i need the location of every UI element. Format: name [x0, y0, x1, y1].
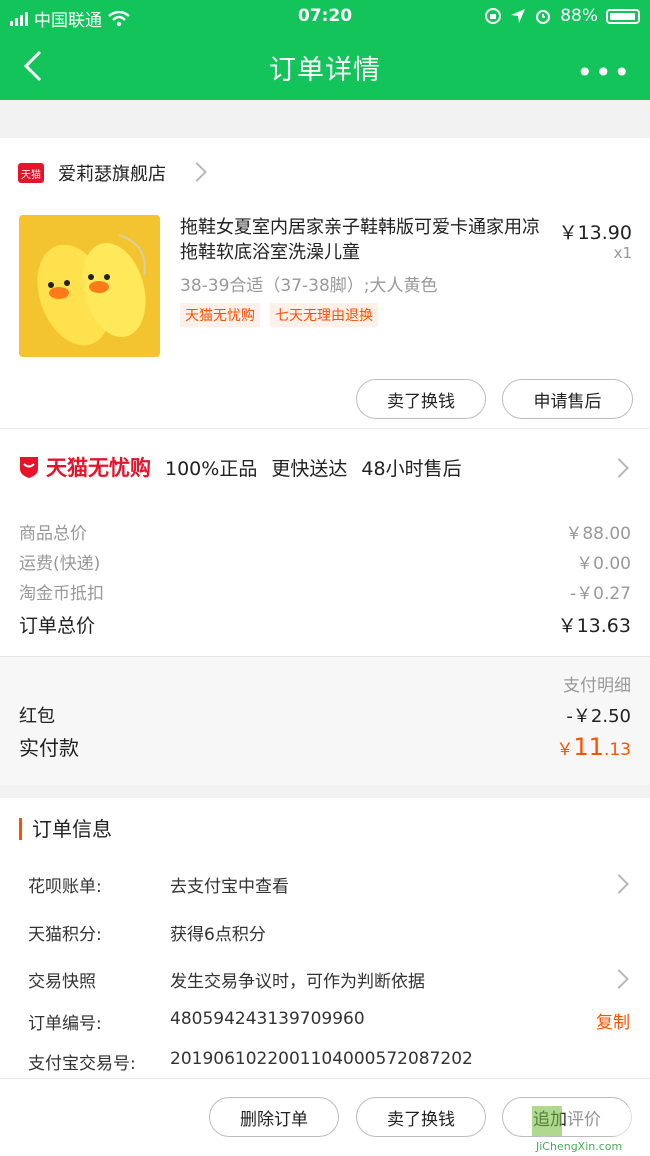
shop-name: 爱莉瑟旗舰店	[58, 164, 166, 185]
order-number-row: 订单编号: 480594243139709960	[28, 1009, 365, 1034]
battery-icon	[606, 8, 640, 24]
delete-order-button[interactable]: 删除订单	[209, 1097, 339, 1137]
shop-link[interactable]: 天猫 爱莉瑟旗舰店	[18, 160, 166, 186]
info-value: 480594243139709960	[170, 1009, 365, 1029]
tmall-promise-logo: 天猫无忧购	[46, 456, 151, 480]
more-icon[interactable]: •••	[576, 56, 632, 89]
info-key: 交易快照	[28, 972, 96, 992]
info-value: 2019061022001104000572087202	[170, 1049, 473, 1069]
huabei-bill-row[interactable]: 花呗账单: 去支付宝中查看	[28, 872, 289, 897]
info-key: 花呗账单:	[28, 877, 102, 897]
tmall-promise-text: 100%正品 更快送达 48小时售后	[165, 457, 462, 480]
product-spec: 38-39合适（37-38脚）;大人黄色	[180, 276, 438, 296]
paid-integer: 11	[573, 733, 604, 761]
battery-percent: 88%	[560, 6, 598, 26]
info-value: 去支付宝中查看	[170, 877, 289, 897]
coin-deduction-label: 淘金币抵扣	[19, 584, 104, 604]
shield-icon	[20, 457, 38, 478]
watermark-text: JiChengXin.com	[535, 1140, 622, 1153]
order-total-value: ￥13.63	[557, 615, 631, 637]
info-value: 获得6点积分	[170, 925, 266, 945]
info-key: 支付宝交易号:	[28, 1054, 136, 1074]
product-tag: 天猫无忧购	[180, 303, 260, 327]
alarm-icon	[536, 10, 551, 24]
sell-button-footer[interactable]: 卖了换钱	[356, 1097, 486, 1137]
product-name[interactable]: 拖鞋女夏室内居家亲子鞋韩版可爱卡通家用凉拖鞋软底浴室洗澡儿童	[180, 215, 545, 265]
tmall-points-row: 天猫积分: 获得6点积分	[28, 920, 266, 945]
redpacket-label: 红包	[19, 706, 55, 727]
product-tag: 七天无理由退换	[270, 303, 378, 327]
payment-detail-label[interactable]: 支付明细	[563, 671, 631, 696]
page-title: 订单详情	[269, 55, 381, 86]
rotation-lock-icon	[485, 8, 502, 24]
redpacket-value: -￥2.50	[566, 706, 631, 727]
location-icon	[511, 9, 526, 23]
coin-deduction-value: -￥0.27	[570, 584, 631, 604]
shipping-value: ￥0.00	[576, 554, 631, 574]
sell-button[interactable]: 卖了换钱	[356, 379, 486, 419]
order-total-label: 订单总价	[19, 615, 96, 637]
status-bar: 中国联通 07:20 88%	[0, 0, 650, 34]
order-info-title: 订单信息	[19, 818, 112, 840]
product-tags: 天猫无忧购 七天无理由退换	[180, 303, 378, 327]
product-thumbnail[interactable]	[19, 215, 160, 357]
copy-button[interactable]: 复制	[596, 1008, 630, 1033]
paid-label: 实付款	[19, 736, 79, 760]
goods-total-label: 商品总价	[19, 524, 87, 544]
info-key: 天猫积分:	[28, 925, 102, 945]
info-key: 订单编号:	[28, 1014, 102, 1034]
info-value: 发生交易争议时，可作为判断依据	[170, 972, 425, 992]
header: 中国联通 07:20 88% 订单详情 •••	[0, 0, 650, 100]
alipay-trade-number-row: 支付宝交易号: 2019061022001104000572087202	[28, 1049, 473, 1074]
product-price: ￥13.90	[558, 222, 632, 244]
after-sales-button[interactable]: 申请售后	[502, 379, 633, 419]
tmall-logo: 天猫	[18, 163, 44, 183]
paid-decimal: .13	[603, 740, 631, 760]
product-quantity: x1	[613, 244, 632, 262]
shipping-label: 运费(快递)	[19, 554, 101, 574]
trade-snapshot-row[interactable]: 交易快照 发生交易争议时，可作为判断依据	[28, 967, 425, 992]
goods-total-value: ￥88.00	[565, 524, 631, 544]
paid-currency: ￥	[556, 740, 574, 760]
tmall-promise-bar[interactable]: 天猫无忧购 100%正品 更快送达 48小时售后	[18, 452, 462, 482]
watermark-logo: JiChengXin.com	[532, 1106, 646, 1153]
paid-amount: ￥11.13	[556, 733, 631, 761]
